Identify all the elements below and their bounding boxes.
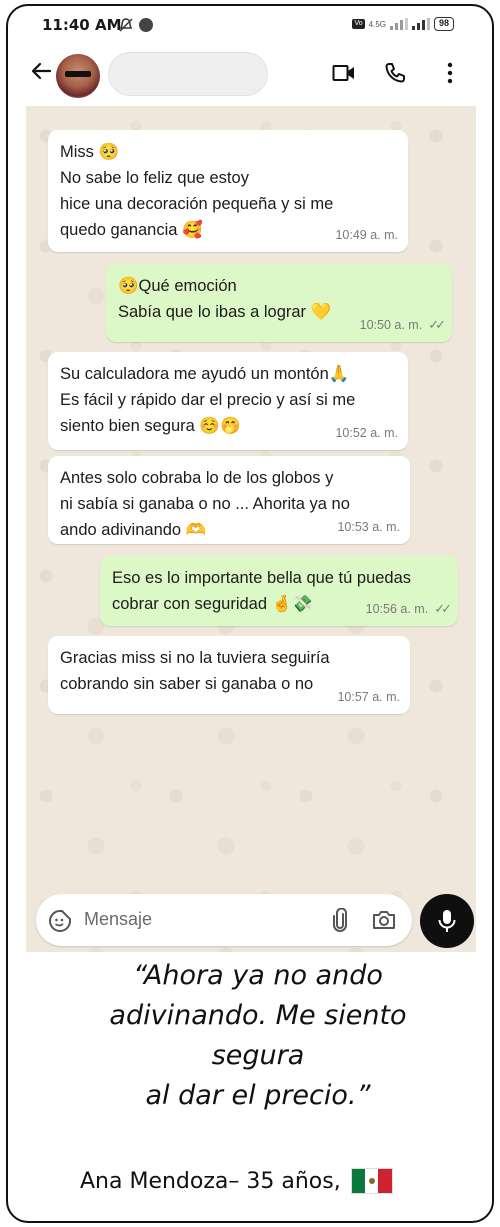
video-camera-icon[interactable]	[332, 64, 356, 87]
message-time: 10:50 a. m.	[359, 318, 423, 332]
message-time: 10:52 a. m.	[335, 426, 398, 440]
message-bubble-outgoing[interactable]: Eso es lo importante bella que tú puedas…	[100, 556, 458, 626]
network-type: 4.5G	[368, 19, 386, 29]
status-time: 11:40 AM	[42, 16, 122, 34]
phone-icon[interactable]	[384, 62, 406, 89]
phone-frame: 11:40 AM Vo 4.5G 98 Miss 🥺 No sabe lo fe…	[6, 4, 494, 1223]
testimonial-quote: “Ahora ya no ando adivinando. Me siento …	[109, 960, 407, 1111]
chat-area[interactable]: Miss 🥺 No sabe lo feliz que estoy hice u…	[26, 106, 476, 952]
microphone-icon	[438, 910, 456, 932]
volte-icon: Vo	[352, 19, 365, 29]
message-time: 10:57 a. m.	[337, 690, 400, 704]
camera-icon[interactable]	[372, 910, 396, 935]
chat-header	[8, 46, 492, 106]
mexico-flag-icon	[350, 1168, 393, 1194]
avatar[interactable]	[56, 54, 100, 98]
muted-notification-icon	[119, 18, 133, 32]
author-name: Ana Mendoza– 35 años,	[80, 1168, 341, 1194]
microphone-button[interactable]	[420, 894, 474, 948]
signal-icon	[389, 18, 408, 30]
message-time: 10:49 a. m.	[335, 228, 398, 242]
message-bubble-incoming[interactable]: Su calculadora me ayudó un montón🙏 Es fá…	[48, 352, 408, 450]
message-bubble-incoming[interactable]: Gracias miss si no la tuviera seguiría c…	[48, 636, 410, 714]
arrow-left-icon[interactable]	[30, 60, 52, 89]
testimonial-author: Ana Mendoza– 35 años,	[80, 1168, 393, 1194]
app-notification-icon	[139, 18, 153, 32]
system-icons: Vo 4.5G 98	[352, 17, 454, 31]
message-time: 10:56 a. m.	[365, 602, 429, 616]
read-receipt-icon: ✓✓	[428, 317, 446, 332]
contact-name-pill[interactable]	[108, 52, 268, 96]
message-bubble-incoming[interactable]: Antes solo cobraba lo de los globos y ni…	[48, 456, 410, 544]
status-bar: 11:40 AM Vo 4.5G 98	[8, 6, 492, 46]
message-input[interactable]: Mensaje	[84, 909, 152, 930]
battery-icon: 98	[433, 17, 454, 31]
message-time: 10:53 a. m.	[337, 520, 400, 534]
read-receipt-icon: ✓✓	[434, 601, 452, 616]
more-vertical-icon[interactable]	[446, 62, 454, 89]
paperclip-icon[interactable]	[332, 907, 348, 937]
message-input-bar[interactable]: Mensaje	[36, 894, 412, 946]
sticker-icon[interactable]	[48, 909, 72, 938]
notification-icons	[118, 17, 153, 33]
message-bubble-outgoing[interactable]: 🥺Qué emoción Sabía que lo ibas a lograr …	[106, 264, 452, 342]
message-bubble-incoming[interactable]: Miss 🥺 No sabe lo feliz que estoy hice u…	[48, 130, 408, 252]
signal-icon-secondary	[411, 18, 430, 30]
